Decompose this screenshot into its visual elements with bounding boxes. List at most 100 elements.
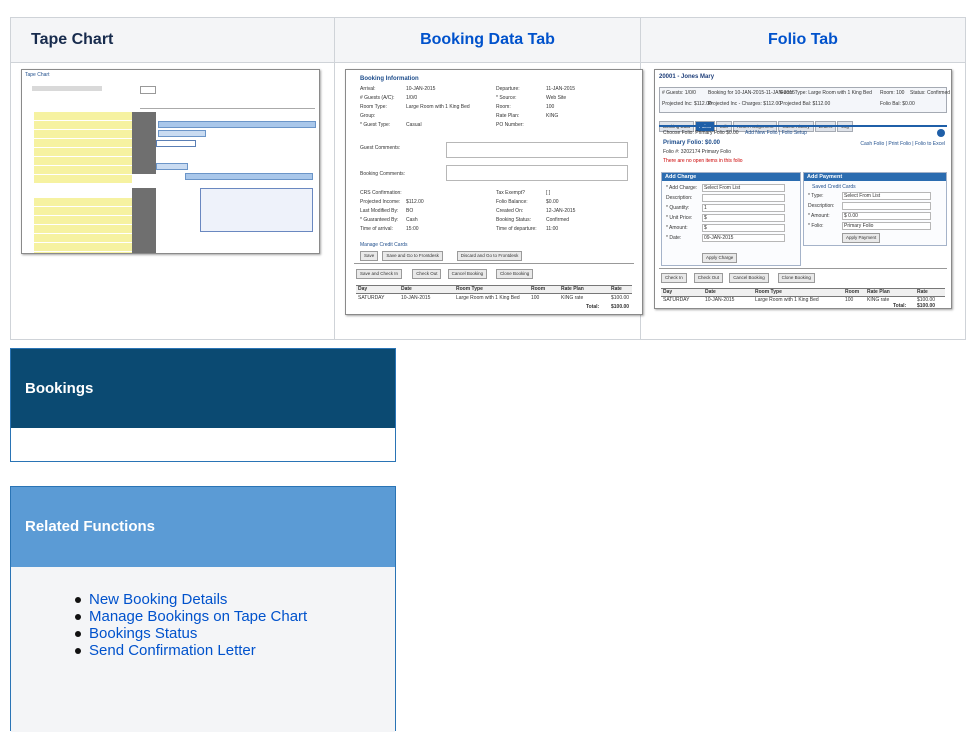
tape-chart-room-row[interactable] xyxy=(34,112,132,120)
field-value[interactable]: [ ] xyxy=(546,190,550,196)
field-value[interactable]: 11:00 xyxy=(546,226,558,232)
guest-comments-field[interactable] xyxy=(446,142,628,158)
folio-action-button[interactable]: Check In xyxy=(661,273,687,283)
booking-info-heading: Booking Information xyxy=(360,76,419,82)
folio-screenshot[interactable]: 20001 - Jones Mary # Guests: 1/0/0 Bookin… xyxy=(654,69,952,309)
tape-chart-room-row[interactable] xyxy=(34,216,132,224)
field-value[interactable]: KING xyxy=(546,113,558,119)
field-value[interactable]: Large Room with 1 King Bed xyxy=(406,104,470,110)
charge-field-input[interactable]: $ xyxy=(702,224,785,232)
help-icon[interactable] xyxy=(937,129,945,137)
field-value[interactable]: 1/0/0 xyxy=(406,95,417,101)
folio-action-button[interactable]: Check Out xyxy=(693,273,724,283)
charge-field-input[interactable]: 09-JAN-2015 xyxy=(702,234,785,242)
charge-field-input[interactable] xyxy=(702,194,785,202)
field-value[interactable]: 11-JAN-2015 xyxy=(546,86,575,92)
folio-print-links[interactable]: Cash Folio | Print Folio | Folio to Exce… xyxy=(860,141,945,148)
field-value[interactable]: Cash xyxy=(406,217,418,223)
booking-data-screenshot[interactable]: Booking Information Arrival: 10-JAN-2015 D… xyxy=(345,69,643,315)
field-label: Room Type: xyxy=(360,104,387,110)
charge-field-input[interactable]: $ xyxy=(702,214,785,222)
tape-chart-screenshot[interactable]: Tape Chart xyxy=(21,69,320,254)
bullet-icon xyxy=(75,648,81,654)
charge-field-input[interactable]: Select From List xyxy=(702,184,785,192)
field-label: Departure: xyxy=(496,86,520,92)
screenshot-grid: Tape Chart Booking Data Tab Folio Tab Ta… xyxy=(10,17,966,340)
choose-folio[interactable]: Choose Folio: Primary Folio $0.00 xyxy=(663,130,739,137)
tape-chart-room-row[interactable] xyxy=(34,207,132,215)
add-charge-panel: Add Charge * Add Charge: Select From List… xyxy=(661,172,801,266)
total-value: $100.00 xyxy=(917,303,936,309)
tape-chart-title: Tape Chart xyxy=(25,72,50,78)
folio-info-item: Room: 100 xyxy=(880,90,905,96)
save-button[interactable]: Discard and Go to Frontdesk xyxy=(456,251,523,261)
payment-field-input[interactable]: Primary Folio xyxy=(842,222,931,230)
tape-chart-room-row[interactable] xyxy=(34,148,132,156)
tape-chart-room-row[interactable] xyxy=(34,198,132,206)
tape-chart-room-row[interactable] xyxy=(34,139,132,147)
apply-charge-button[interactable]: Apply Charge xyxy=(702,253,738,263)
folio-action-button[interactable]: Clone Booking xyxy=(777,273,815,283)
payment-field-label: Description: xyxy=(808,203,835,209)
booking-action-button[interactable]: Check Out xyxy=(412,269,442,279)
field-value[interactable]: 15:00 xyxy=(406,226,419,232)
field-value[interactable]: Web Site xyxy=(546,95,566,101)
tape-chart-booking-bar[interactable] xyxy=(158,121,316,128)
field-value[interactable]: Confirmed xyxy=(546,217,569,223)
manage-credit-cards-link[interactable]: Manage Credit Cards xyxy=(360,242,408,248)
folio-info-item: Room Type: Large Room with 1 King Bed xyxy=(780,90,872,96)
total-value: $100.00 xyxy=(611,304,630,310)
bookings-panel: Bookings xyxy=(10,348,396,462)
field-label: * Guaranteed By: xyxy=(360,217,399,223)
payment-field-input[interactable] xyxy=(842,202,931,210)
booking-action-button[interactable]: Save and Check In xyxy=(356,269,403,279)
saved-credit-cards-link[interactable]: Saved Credit Cards xyxy=(812,184,856,191)
link-send-confirmation-letter[interactable]: Send Confirmation Letter xyxy=(89,642,256,659)
table-header-cell: Rate Plan xyxy=(561,286,584,292)
link-new-booking-details[interactable]: New Booking Details xyxy=(89,591,227,608)
column-header-booking-data[interactable]: Booking Data Tab xyxy=(334,17,641,63)
tape-chart-room-row[interactable] xyxy=(34,175,132,183)
field-value[interactable]: BO xyxy=(406,208,413,214)
folio-setup-links[interactable]: Add New Folio | Folio Setup xyxy=(745,130,807,137)
field-value[interactable]: 10-JAN-2015 xyxy=(406,86,435,92)
folio-info-item: Projected Bal: $112.00 xyxy=(780,101,831,107)
table-cell: SATURDAY xyxy=(663,297,690,303)
field-value[interactable]: 100 xyxy=(546,104,554,110)
field-value[interactable]: Casual xyxy=(406,122,422,128)
tape-chart-room-row[interactable] xyxy=(34,252,132,253)
booking-action-button[interactable]: Cancel Booking xyxy=(447,269,488,279)
apply-payment-button[interactable]: Apply Payment xyxy=(842,233,881,243)
field-value[interactable]: $0.00 xyxy=(546,199,559,205)
tape-chart-room-row[interactable] xyxy=(34,166,132,174)
tape-chart-room-row[interactable] xyxy=(34,121,132,129)
tape-chart-room-row[interactable] xyxy=(34,225,132,233)
tape-chart-room-row[interactable] xyxy=(34,130,132,138)
link-bookings-status[interactable]: Bookings Status xyxy=(89,625,197,642)
field-label: Room: xyxy=(496,104,511,110)
tape-chart-room-row[interactable] xyxy=(34,234,132,242)
tape-chart-booking-bar[interactable] xyxy=(185,173,313,180)
tape-chart-booking-bar[interactable] xyxy=(156,140,196,147)
booking-action-button[interactable]: Clone Booking xyxy=(496,269,534,279)
field-value[interactable]: 12-JAN-2015 xyxy=(546,208,575,214)
save-button[interactable]: Save and Go to Frontdesk xyxy=(382,251,443,261)
booking-comments-field[interactable] xyxy=(446,165,628,181)
field-label: * Guest Type: xyxy=(360,122,391,128)
field-value[interactable]: $112.00 xyxy=(406,199,424,205)
tape-chart-date-header xyxy=(140,96,315,109)
payment-field-input[interactable]: Select From List xyxy=(842,192,931,200)
folio-action-button[interactable]: Cancel Booking xyxy=(729,273,769,283)
charge-field-input[interactable]: 1 xyxy=(702,204,785,212)
column-header-folio[interactable]: Folio Tab xyxy=(640,17,966,63)
save-button[interactable]: Save xyxy=(360,251,379,261)
bullet-icon xyxy=(75,597,81,603)
tape-chart-booking-bar[interactable] xyxy=(158,130,206,137)
folio-info-item: Projected Inc - Charges: $112.00 xyxy=(708,101,782,107)
tape-chart-room-row[interactable] xyxy=(34,243,132,251)
payment-field-input[interactable]: $ 0.00 xyxy=(842,212,931,220)
tape-chart-room-row[interactable] xyxy=(34,157,132,165)
table-cell: SATURDAY xyxy=(358,295,385,301)
tape-chart-booking-bar[interactable] xyxy=(156,163,188,170)
link-manage-bookings-tape-chart[interactable]: Manage Bookings on Tape Chart xyxy=(89,608,307,625)
